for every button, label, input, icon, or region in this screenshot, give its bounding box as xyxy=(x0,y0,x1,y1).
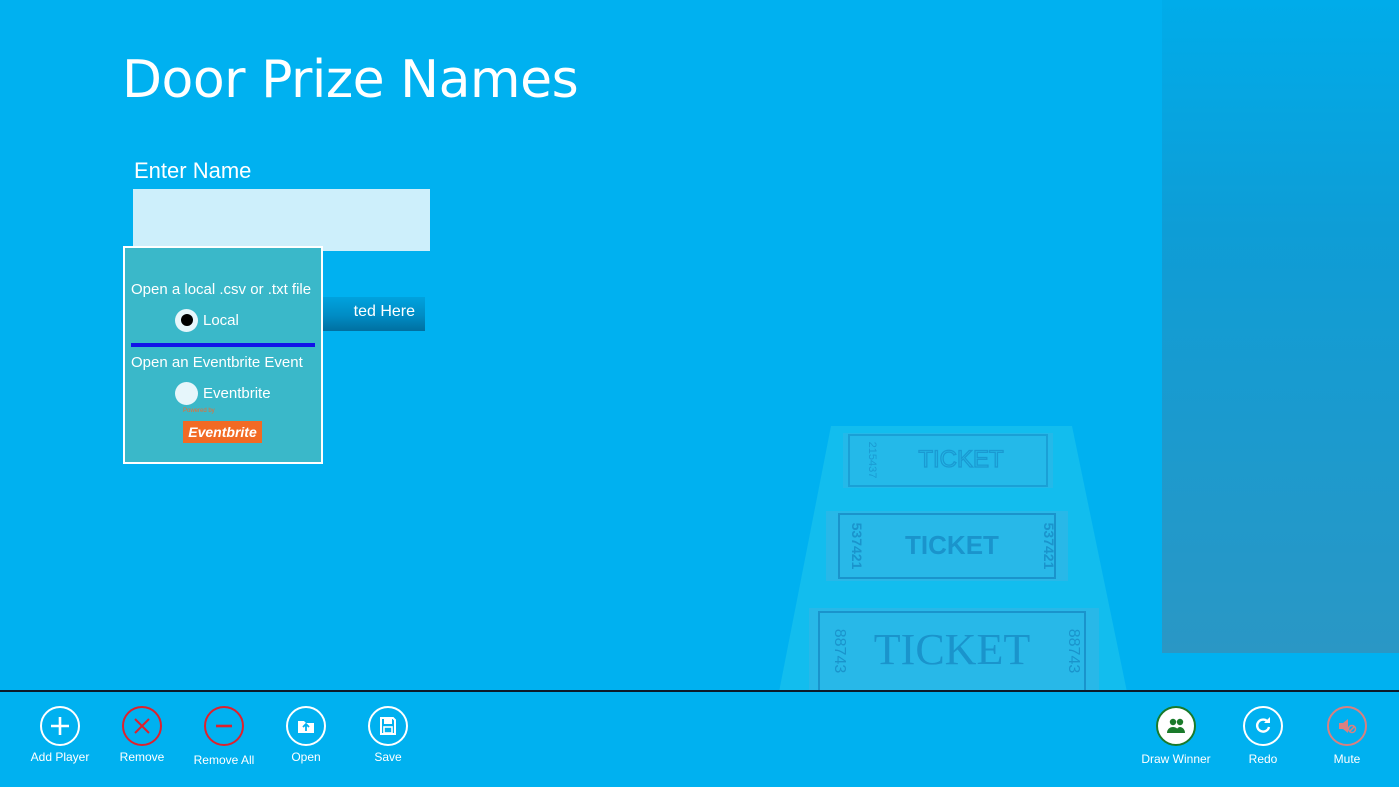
remove-button[interactable]: Remove xyxy=(100,706,184,764)
eventbrite-radio-label: Eventbrite xyxy=(203,384,271,402)
local-radio-label: Local xyxy=(203,311,239,329)
mute-label: Mute xyxy=(1333,752,1361,766)
redo-label: Redo xyxy=(1248,752,1278,766)
local-radio-button[interactable] xyxy=(175,308,198,332)
ticket-text: TICKET xyxy=(905,530,999,560)
add-player-button[interactable]: Add Player xyxy=(18,706,102,764)
x-icon xyxy=(122,706,162,746)
eventbrite-radio-button[interactable] xyxy=(175,381,198,405)
save-icon xyxy=(368,706,408,746)
redo-button[interactable]: Redo xyxy=(1221,706,1305,766)
mute-icon xyxy=(1327,706,1367,746)
name-input[interactable] xyxy=(133,189,430,251)
radio-selected-dot xyxy=(180,314,193,326)
page-title: Door Prize Names xyxy=(122,50,579,110)
add-player-label: Add Player xyxy=(30,750,90,764)
open-label: Open xyxy=(291,750,321,764)
open-folder-icon xyxy=(286,706,326,746)
mute-button[interactable]: Mute xyxy=(1305,706,1389,766)
local-radio-option[interactable]: Local xyxy=(175,308,239,332)
eventbrite-radio-option[interactable]: Eventbrite xyxy=(175,381,271,405)
draw-winner-label: Draw Winner xyxy=(1141,752,1211,766)
ticket-number: 215437 xyxy=(866,442,878,479)
remove-label: Remove xyxy=(119,750,165,764)
redo-icon xyxy=(1243,706,1283,746)
ticket-number: 88743 xyxy=(1065,629,1082,674)
minus-icon xyxy=(204,706,244,746)
popup-divider xyxy=(131,343,315,347)
ticket-text: TICKET xyxy=(918,446,1004,473)
ticket-watermark: TICKET 215437 TICKET 537421 537421 TICKE… xyxy=(779,426,1127,692)
save-button[interactable]: Save xyxy=(346,706,430,764)
open-source-popup: Open a local .csv or .txt file Local Ope… xyxy=(123,246,323,464)
save-label: Save xyxy=(374,750,402,764)
add-icon xyxy=(40,706,80,746)
ticket-number: 88743 xyxy=(831,629,848,674)
side-panel xyxy=(1162,0,1399,653)
people-icon xyxy=(1156,706,1196,746)
local-file-prompt: Open a local .csv or .txt file xyxy=(131,281,312,298)
ticket-text: TICKET xyxy=(874,625,1031,674)
draw-winner-button[interactable]: Draw Winner xyxy=(1134,706,1218,766)
app-bar: Add Player Remove Remove All Open Save D… xyxy=(0,690,1399,787)
eventbrite-prompt: Open an Eventbrite Event xyxy=(131,354,303,371)
eventbrite-logo-caption: Powered by xyxy=(183,408,215,414)
eventbrite-logo: Eventbrite xyxy=(183,421,262,443)
remove-all-button[interactable]: Remove All xyxy=(182,706,266,767)
ticket-number: 537421 xyxy=(1041,523,1057,570)
remove-all-label: Remove All xyxy=(193,753,255,767)
enter-name-label: Enter Name xyxy=(134,158,252,183)
open-button[interactable]: Open xyxy=(264,706,348,764)
ticket-number: 537421 xyxy=(849,523,865,570)
